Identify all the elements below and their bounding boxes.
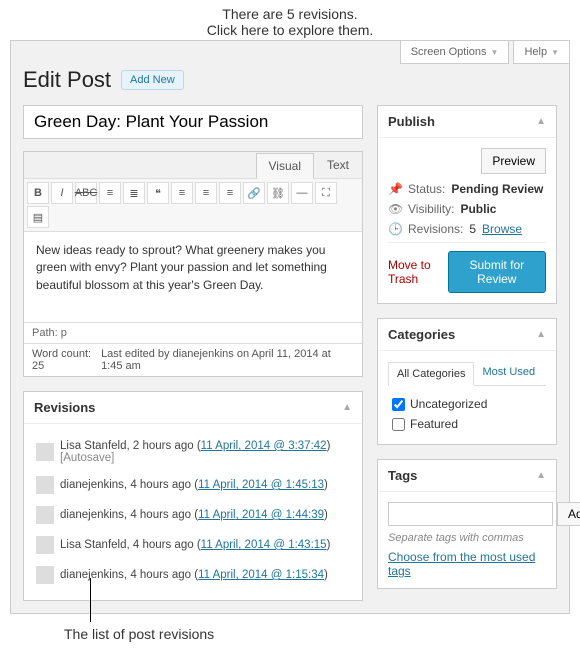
tab-most-used[interactable]: Most Used (474, 361, 543, 385)
chevron-up-icon: ▲ (536, 470, 546, 481)
help-button[interactable]: Help▼ (513, 40, 570, 64)
avatar-icon (36, 506, 54, 524)
avatar-icon (36, 536, 54, 554)
editor-meta: Word count: 25 Last edited by dianejenki… (24, 343, 362, 376)
editor-wrapper: Visual Text B I ABC ≡ ≣ ❝ ≡ ≡ ≡ 🔗 ⛓ — ⛶ (23, 151, 363, 377)
avatar-icon (36, 476, 54, 494)
tab-text[interactable]: Text (314, 152, 362, 178)
annotation-revisions-top: There are 5 revisions. Click here to exp… (0, 0, 580, 40)
post-title-input[interactable] (23, 105, 363, 139)
revisions-box-header[interactable]: Revisions ▲ (24, 392, 362, 424)
revision-item: dianejenkins, 4 hours ago (11 April, 201… (34, 560, 352, 590)
revision-link[interactable]: 11 April, 2014 @ 1:43:15 (201, 539, 327, 551)
categories-box: Categories ▲ All Categories Most Used Un… (377, 318, 557, 445)
revision-link[interactable]: 11 April, 2014 @ 1:15:34 (198, 569, 324, 581)
category-checkbox[interactable] (392, 398, 405, 411)
status-row: 📌 Status: Pending Review (388, 182, 546, 196)
tags-box: Tags ▲ Add Separate tags with commas Cho… (377, 459, 557, 589)
publish-box-header[interactable]: Publish ▲ (378, 106, 556, 138)
align-center-icon[interactable]: ≡ (195, 182, 217, 204)
preview-button[interactable]: Preview (481, 148, 546, 174)
unlink-icon[interactable]: ⛓ (267, 182, 289, 204)
revision-item: dianejenkins, 4 hours ago (11 April, 201… (34, 470, 352, 500)
add-tag-button[interactable]: Add (557, 502, 580, 526)
chevron-up-icon: ▲ (536, 329, 546, 340)
visibility-row: 👁 Visibility: Public (388, 202, 546, 216)
screen-options-button[interactable]: Screen Options▼ (400, 40, 510, 64)
revision-text: dianejenkins, 4 hours ago (11 April, 201… (60, 479, 328, 491)
revision-text: dianejenkins, 4 hours ago (11 April, 201… (60, 509, 328, 521)
tab-visual[interactable]: Visual (256, 153, 314, 179)
eye-icon: 👁 (388, 202, 402, 216)
move-to-trash-link[interactable]: Move to Trash (388, 258, 448, 286)
align-right-icon[interactable]: ≡ (219, 182, 241, 204)
list-ol-icon[interactable]: ≣ (123, 182, 145, 204)
kitchen-sink-icon[interactable]: ▤ (27, 206, 49, 228)
category-item[interactable]: Uncategorized (388, 394, 546, 414)
revisions-list: Lisa Stanfeld, 2 hours ago (11 April, 20… (24, 424, 362, 600)
revision-item: dianejenkins, 4 hours ago (11 April, 201… (34, 500, 352, 530)
bold-icon[interactable]: B (27, 182, 49, 204)
add-new-button[interactable]: Add New (121, 70, 184, 90)
chevron-down-icon: ▼ (491, 48, 499, 57)
category-list: UncategorizedFeatured (388, 394, 546, 434)
choose-tags-link[interactable]: Choose from the most used tags (388, 550, 535, 578)
strike-icon[interactable]: ABC (75, 182, 97, 204)
browse-revisions-link[interactable]: Browse (482, 222, 522, 236)
categories-box-header[interactable]: Categories ▲ (378, 319, 556, 351)
post-content[interactable]: New ideas ready to sprout? What greenery… (24, 232, 362, 322)
tags-hint: Separate tags with commas (388, 532, 546, 544)
category-tabs: All Categories Most Used (388, 361, 546, 386)
revision-link[interactable]: 11 April, 2014 @ 1:45:13 (198, 479, 324, 491)
tab-all-categories[interactable]: All Categories (388, 362, 474, 386)
avatar-icon (36, 443, 54, 461)
category-item[interactable]: Featured (388, 414, 546, 434)
editor-frame: Screen Options▼ Help▼ Edit Post Add New … (10, 40, 570, 614)
revision-item: Lisa Stanfeld, 2 hours ago (11 April, 20… (34, 434, 352, 470)
editor-toolbar: B I ABC ≡ ≣ ❝ ≡ ≡ ≡ 🔗 ⛓ — ⛶ ▤ (24, 178, 362, 232)
top-bar: Screen Options▼ Help▼ (400, 40, 570, 64)
align-left-icon[interactable]: ≡ (171, 182, 193, 204)
revision-text: Lisa Stanfeld, 4 hours ago (11 April, 20… (60, 539, 330, 551)
revision-item: Lisa Stanfeld, 4 hours ago (11 April, 20… (34, 530, 352, 560)
chevron-up-icon: ▲ (536, 116, 546, 127)
tags-input[interactable] (388, 502, 553, 526)
revision-text: dianejenkins, 4 hours ago (11 April, 201… (60, 569, 328, 581)
quote-icon[interactable]: ❝ (147, 182, 169, 204)
category-checkbox[interactable] (392, 418, 405, 431)
submit-for-review-button[interactable]: Submit for Review (448, 251, 546, 293)
revision-link[interactable]: 11 April, 2014 @ 1:44:39 (198, 509, 324, 521)
chevron-down-icon: ▼ (551, 48, 559, 57)
list-ul-icon[interactable]: ≡ (99, 182, 121, 204)
page-header: Edit Post Add New (23, 67, 557, 93)
publish-box: Publish ▲ Preview 📌 Status: Pending Revi… (377, 105, 557, 304)
clock-icon: 🕒 (388, 222, 402, 236)
editor-tabs: Visual Text (24, 152, 362, 178)
annotation-revisions-bottom: The list of post revisions (64, 626, 580, 642)
revisions-box: Revisions ▲ Lisa Stanfeld, 2 hours ago (… (23, 391, 363, 601)
revision-link[interactable]: 11 April, 2014 @ 3:37:42 (201, 440, 327, 452)
more-icon[interactable]: — (291, 182, 313, 204)
revisions-row: 🕒 Revisions: 5 Browse (388, 222, 546, 236)
tags-box-header[interactable]: Tags ▲ (378, 460, 556, 492)
link-icon[interactable]: 🔗 (243, 182, 265, 204)
chevron-up-icon: ▲ (342, 402, 352, 413)
editor-path: Path: p (24, 322, 362, 343)
page-title: Edit Post (23, 67, 111, 93)
revision-text: Lisa Stanfeld, 2 hours ago (11 April, 20… (60, 440, 350, 464)
avatar-icon (36, 566, 54, 584)
fullscreen-icon[interactable]: ⛶ (315, 182, 337, 204)
italic-icon[interactable]: I (51, 182, 73, 204)
pin-icon: 📌 (388, 182, 402, 196)
